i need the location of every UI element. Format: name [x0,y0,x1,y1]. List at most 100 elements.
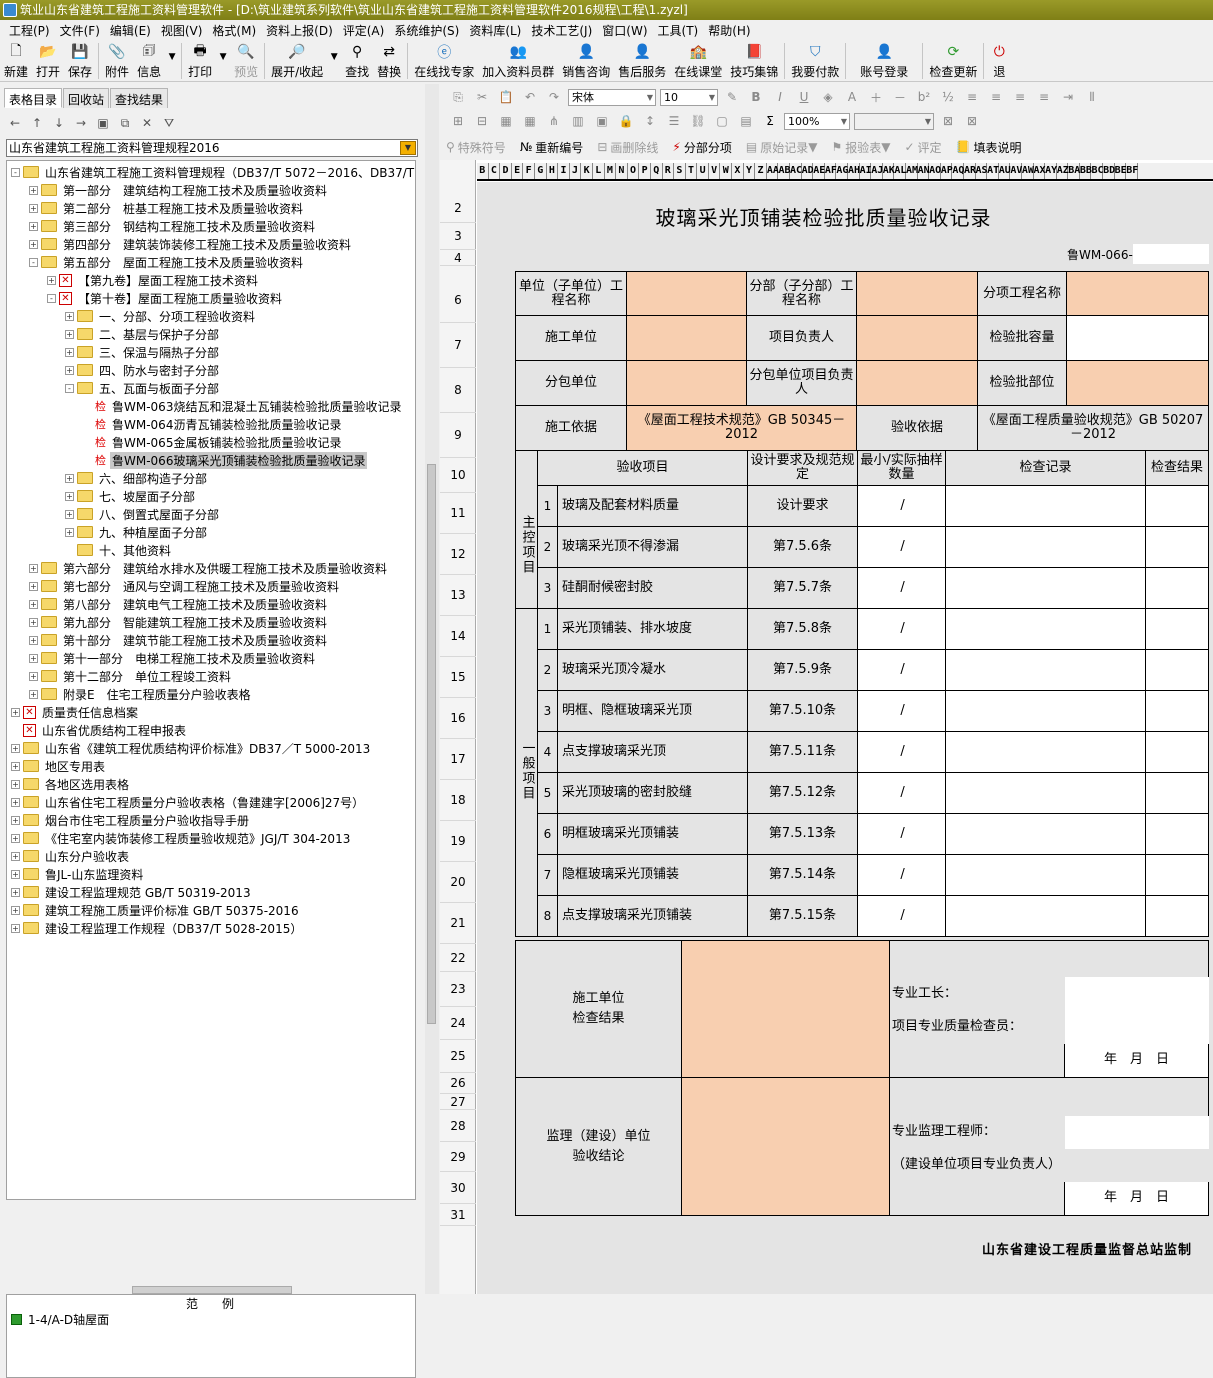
check-result-field[interactable] [1145,485,1210,527]
actual-sample-field[interactable] [911,608,947,650]
redo-icon[interactable]: ↷ [542,90,566,104]
row-number[interactable]: 20 [440,862,476,903]
row-number[interactable]: 15 [440,657,476,698]
collapse-icon[interactable]: - [47,293,56,303]
row-number[interactable]: 11 [440,493,476,534]
column-header[interactable]: V [709,163,721,179]
check-result-field[interactable] [681,940,890,1078]
tree-node[interactable]: + 第九部分 智能建筑工程施工技术及质量验收资料 [29,613,329,631]
expand-icon[interactable]: + [47,275,56,285]
tree-node[interactable]: + 第十部分 建筑节能工程施工技术及质量验收资料 [29,631,329,649]
tree-node[interactable]: + 山东分户验收表 [11,847,131,865]
row-number[interactable]: 3 [440,223,476,250]
column-header[interactable]: E [512,163,524,179]
expand-icon[interactable]: + [29,203,38,213]
tree-node[interactable]: + 地区专用表 [11,757,107,775]
tips-button[interactable]: 📕 技巧集锦 [726,40,782,80]
column-header[interactable]: S [674,163,686,179]
column-header[interactable]: AJ [871,163,883,179]
tree-node[interactable]: + 六、细部构造子分部 [65,469,209,487]
menu-technique[interactable]: 技术工艺(J) [526,22,597,39]
pm-field[interactable] [856,315,978,361]
row-number[interactable]: 2 [440,193,476,223]
expand-icon[interactable]: + [11,851,20,861]
row-number[interactable]: 4 [440,250,476,266]
row-number[interactable]: 10 [440,458,476,493]
tab-recycle-bin[interactable]: 回收站 [63,88,110,108]
expand-icon[interactable]: + [11,923,20,933]
column-header[interactable]: BE [1115,163,1127,179]
check-record-field[interactable] [945,608,1147,650]
row-number[interactable]: 28 [440,1110,476,1142]
tree-scrollbar[interactable] [425,84,439,1294]
filter-icon[interactable]: ⛛ [158,116,180,131]
bold-icon[interactable]: B [744,90,768,104]
expand-icon[interactable]: + [29,689,38,699]
column-header[interactable]: U [697,163,709,179]
column-header[interactable]: B [477,163,489,179]
arrow-left-icon[interactable]: ← [4,116,26,130]
insert-row-icon[interactable]: ＋ [864,89,888,106]
row-number[interactable]: 9 [440,413,476,458]
column-header[interactable]: AQ [952,163,964,179]
expand-icon[interactable]: + [29,671,38,681]
fill-help-button[interactable]: 📒 填表说明 [956,139,1022,156]
tree-node[interactable]: + 第三部分 钢结构工程施工技术及质量验收资料 [29,217,317,235]
expand-icon[interactable]: + [29,635,38,645]
tree-node[interactable]: + 建筑工程施工质量评价标准 GB/T 50375-2016 [11,901,301,919]
column-header[interactable]: Z [755,163,767,179]
column-header[interactable]: AM [906,163,918,179]
frame-icon[interactable]: ⊠ [936,114,960,128]
column-header[interactable]: AX [1034,163,1046,179]
column-header[interactable]: N [616,163,628,179]
column-header[interactable]: AN [918,163,930,179]
min-sample-field[interactable] [857,895,894,937]
check-record-field[interactable] [945,895,1147,937]
menu-format[interactable]: 格式(M) [207,22,261,39]
tree-node[interactable]: + ✕ 质量责任信息档案 [11,703,140,721]
column-header[interactable]: AB [778,163,790,179]
expand-icon[interactable]: + [29,239,38,249]
tree-node[interactable]: 检鲁WM-063烧结瓦和混凝土瓦铺装检验批质量验收记录 [83,397,403,415]
check-record-field[interactable] [945,731,1147,773]
column-header[interactable]: AW [1022,163,1034,179]
menu-library[interactable]: 资料库(L) [464,22,526,39]
row-number[interactable]: 16 [440,698,476,739]
font-select[interactable]: 宋体 ▼ [568,88,656,106]
zoom-select[interactable]: 100% ▼ [784,112,850,130]
check-result-field[interactable] [1145,649,1210,691]
column-header[interactable]: AL [894,163,906,179]
join-group-button[interactable]: 👥 加入资料员群 [478,40,558,80]
replace-button[interactable]: ⇄ 替换 [373,40,405,80]
column-header[interactable]: BF [1126,163,1138,179]
min-sample-field[interactable] [857,854,894,896]
min-sample-field[interactable] [857,526,894,568]
evaluate-button[interactable]: ✓ 评定 [904,139,941,156]
column-header[interactable]: AA [767,163,779,179]
constructor-field[interactable] [626,315,747,361]
row-number[interactable]: 14 [440,616,476,657]
row-number[interactable]: 6 [440,278,476,323]
sales-button[interactable]: 👤 销售咨询 [558,40,614,80]
collapse-icon[interactable]: - [11,167,20,177]
expand-icon[interactable]: + [11,797,20,807]
expand-icon[interactable]: + [11,707,20,717]
column-header[interactable]: AU [999,163,1011,179]
tree-node[interactable]: 检鲁WM-064沥青瓦铺装检验批质量验收记录 [83,415,343,433]
expand-icon[interactable]: + [65,473,74,483]
column-header[interactable]: O [628,163,640,179]
form-code-input[interactable] [1133,244,1209,264]
tree-node[interactable]: - 山东省建筑工程施工资料管理规程（DB37/T 5072－2016、DB37/T… [11,163,415,181]
tree-node[interactable]: + 建设工程监理规范 GB/T 50319-2013 [11,883,253,901]
check-record-field[interactable] [945,690,1147,732]
column-header[interactable]: AF [825,163,837,179]
column-header[interactable]: C [489,163,501,179]
justify-icon[interactable]: ≡ [1032,90,1056,104]
preview-button[interactable]: 🔍 预览 [230,40,262,80]
actual-sample-field[interactable] [911,485,947,527]
expand-icon[interactable]: + [65,311,74,321]
tree-node[interactable]: 检鲁WM-065金属板铺装检验批质量验收记录 [83,433,343,451]
cut-icon[interactable]: ✂ [470,90,494,104]
expand-collapse-button[interactable]: 🔎 展开/收起 [267,40,327,80]
collapse-icon[interactable]: - [29,257,38,267]
